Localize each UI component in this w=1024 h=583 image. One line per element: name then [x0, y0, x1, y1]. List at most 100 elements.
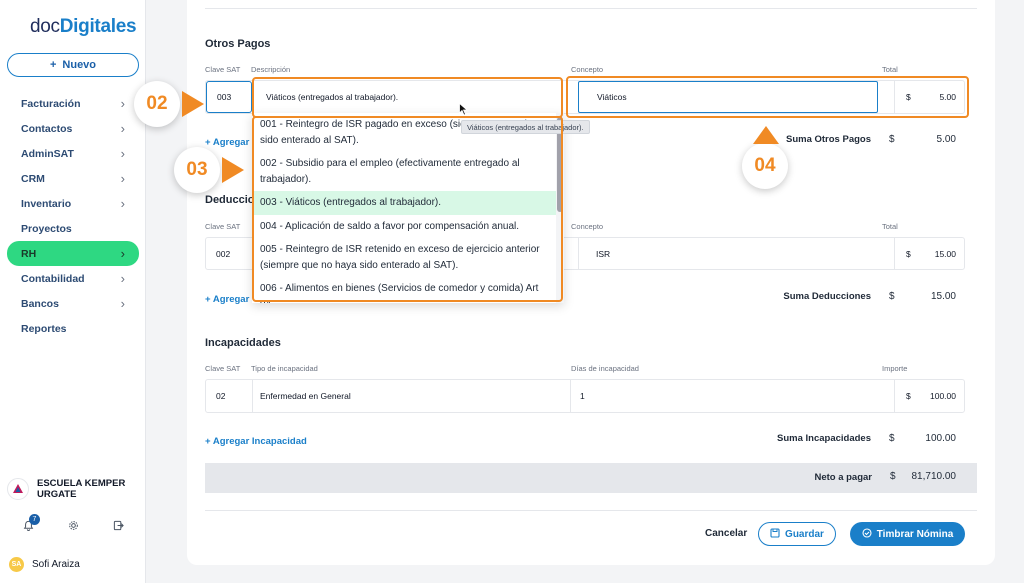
notification-badge: 7 — [29, 514, 40, 525]
section-title-incapacidades: Incapacidades — [205, 337, 281, 349]
sidebar-item-reportes[interactable]: Reportes — [7, 316, 139, 341]
suma-deducciones-label: Suma Deducciones — [783, 291, 871, 302]
sidebar-item-label: CRM — [21, 172, 45, 185]
concepto-input[interactable]: ISR — [578, 238, 610, 269]
suma-otros-pagos-value: 5.00 — [936, 134, 956, 145]
highlight-concepto-total — [566, 76, 969, 118]
column-label-importe: Importe — [882, 364, 908, 373]
neto-a-pagar-bar: Neto a pagar $ 81,710.00 — [205, 463, 977, 493]
sidebar-actions: 7 — [16, 514, 130, 534]
chevron-right-icon: › — [120, 146, 125, 161]
clave-sat-input[interactable]: 02 — [216, 380, 225, 412]
column-label-clave: Clave SAT — [205, 364, 241, 373]
organization-switcher[interactable]: ESCUELA KEMPER URGATE — [7, 478, 125, 500]
currency-symbol: $ — [889, 291, 895, 302]
timbrar-nomina-button[interactable]: Timbrar Nómina — [850, 522, 965, 546]
add-otro-pago-link[interactable]: + Agregar — [205, 137, 249, 148]
sidebar-item-label: Proyectos — [21, 222, 72, 235]
chevron-right-icon: › — [120, 96, 125, 111]
plus-icon: + — [49, 59, 57, 71]
arrow-up-icon — [753, 126, 779, 144]
sidebar-item-rh[interactable]: RH › — [7, 241, 139, 266]
sidebar-item-inventario[interactable]: Inventario › — [7, 191, 139, 216]
organization-logo — [7, 478, 29, 500]
cancel-button[interactable]: Cancelar — [705, 528, 747, 539]
dias-incapacidad-input[interactable]: 1 — [580, 380, 585, 412]
sidebar-menu: Facturación › Contactos › AdminSAT › CRM › Inven… — [7, 91, 139, 341]
organization-name: ESCUELA KEMPER URGATE — [37, 478, 126, 500]
currency-symbol: $ — [906, 248, 911, 259]
section-title-deducciones: Deduccio — [205, 194, 255, 206]
sidebar-item-facturación[interactable]: Facturación › — [7, 91, 139, 116]
incapacidades-row: 02 Enfermedad en General 1 $ 100.00 — [205, 379, 965, 413]
column-label-descripcion: Descripción — [251, 65, 291, 74]
gear-icon[interactable] — [61, 520, 85, 534]
tipo-incapacidad-select[interactable]: Enfermedad en General — [260, 380, 351, 412]
column-label-total: Total — [882, 65, 898, 74]
total-input[interactable]: 15.00 — [935, 238, 956, 269]
suma-incapacidades-label: Suma Incapacidades — [777, 433, 871, 444]
neto-a-pagar-label: Neto a pagar — [814, 472, 872, 483]
divider — [205, 8, 977, 9]
divider — [894, 238, 895, 269]
check-circle-icon — [862, 527, 872, 541]
divider — [894, 380, 895, 412]
sidebar-item-contactos[interactable]: Contactos › — [7, 116, 139, 141]
suma-incapacidades-value: 100.00 — [925, 433, 956, 444]
sidebar-item-label: Bancos — [21, 297, 59, 310]
add-incapacidad-link[interactable]: + Agregar Incapacidad — [205, 436, 307, 447]
sidebar-item-label: Contactos — [21, 122, 73, 135]
arrow-right-icon — [182, 91, 204, 117]
bell-icon[interactable]: 7 — [16, 514, 40, 534]
logout-icon[interactable] — [106, 520, 130, 534]
step-marker-04: 04 — [742, 143, 788, 189]
chevron-right-icon: › — [120, 296, 125, 311]
arrow-right-icon — [222, 157, 244, 183]
column-label-concepto: Concepto — [571, 65, 604, 74]
sidebar-item-label: AdminSAT — [21, 147, 74, 160]
user-profile[interactable]: SA Sofi Araiza — [9, 557, 80, 572]
currency-symbol: $ — [906, 391, 911, 401]
chevron-right-icon: › — [120, 196, 125, 211]
save-icon — [770, 527, 780, 541]
sidebar-item-crm[interactable]: CRM › — [7, 166, 139, 191]
sidebar-item-label: Facturación — [21, 97, 81, 110]
importe-input[interactable]: 100.00 — [930, 380, 956, 412]
column-label-total: Total — [882, 222, 898, 231]
neto-a-pagar-value: 81,710.00 — [911, 471, 957, 482]
user-name: Sofi Araiza — [32, 559, 80, 570]
highlight-dropdown — [252, 116, 563, 302]
divider — [570, 380, 571, 412]
sidebar-item-contabilidad[interactable]: Contabilidad › — [7, 266, 139, 291]
app-logo[interactable]: docDigitales — [30, 16, 137, 38]
new-button[interactable]: + Nuevo — [7, 53, 139, 77]
currency-symbol: $ — [889, 134, 895, 145]
column-label-clave: Clave SAT — [205, 222, 241, 231]
currency-symbol: $ — [889, 433, 895, 444]
chevron-right-icon: › — [120, 271, 125, 286]
divider — [205, 510, 977, 511]
sidebar: docDigitales + Nuevo Facturación › Contacto… — [0, 0, 146, 583]
column-label-clave: Clave SAT — [205, 65, 241, 74]
section-title-otros-pagos: Otros Pagos — [205, 38, 271, 50]
clave-sat-input[interactable]: 002 — [216, 238, 230, 269]
step-marker-03: 03 — [174, 147, 220, 193]
sidebar-item-label: Inventario — [21, 197, 72, 210]
sidebar-item-label: Contabilidad — [21, 272, 85, 285]
highlight-descripcion — [252, 77, 563, 118]
chevron-right-icon: › — [120, 171, 125, 186]
sidebar-item-label: Reportes — [21, 322, 67, 335]
avatar: SA — [9, 557, 24, 572]
chevron-right-icon: › — [120, 246, 125, 261]
sidebar-item-bancos[interactable]: Bancos › — [7, 291, 139, 316]
suma-deducciones-value: 15.00 — [930, 291, 956, 302]
step-marker-02: 02 — [134, 81, 180, 127]
currency-symbol: $ — [890, 471, 896, 482]
sidebar-item-label: RH — [21, 247, 37, 260]
sidebar-item-adminsat[interactable]: AdminSAT › — [7, 141, 139, 166]
clave-sat-input[interactable]: 003 — [206, 81, 252, 113]
save-button[interactable]: Guardar — [758, 522, 836, 546]
divider — [252, 380, 253, 412]
sidebar-item-proyectos[interactable]: Proyectos — [7, 216, 139, 241]
chevron-right-icon: › — [120, 121, 125, 136]
